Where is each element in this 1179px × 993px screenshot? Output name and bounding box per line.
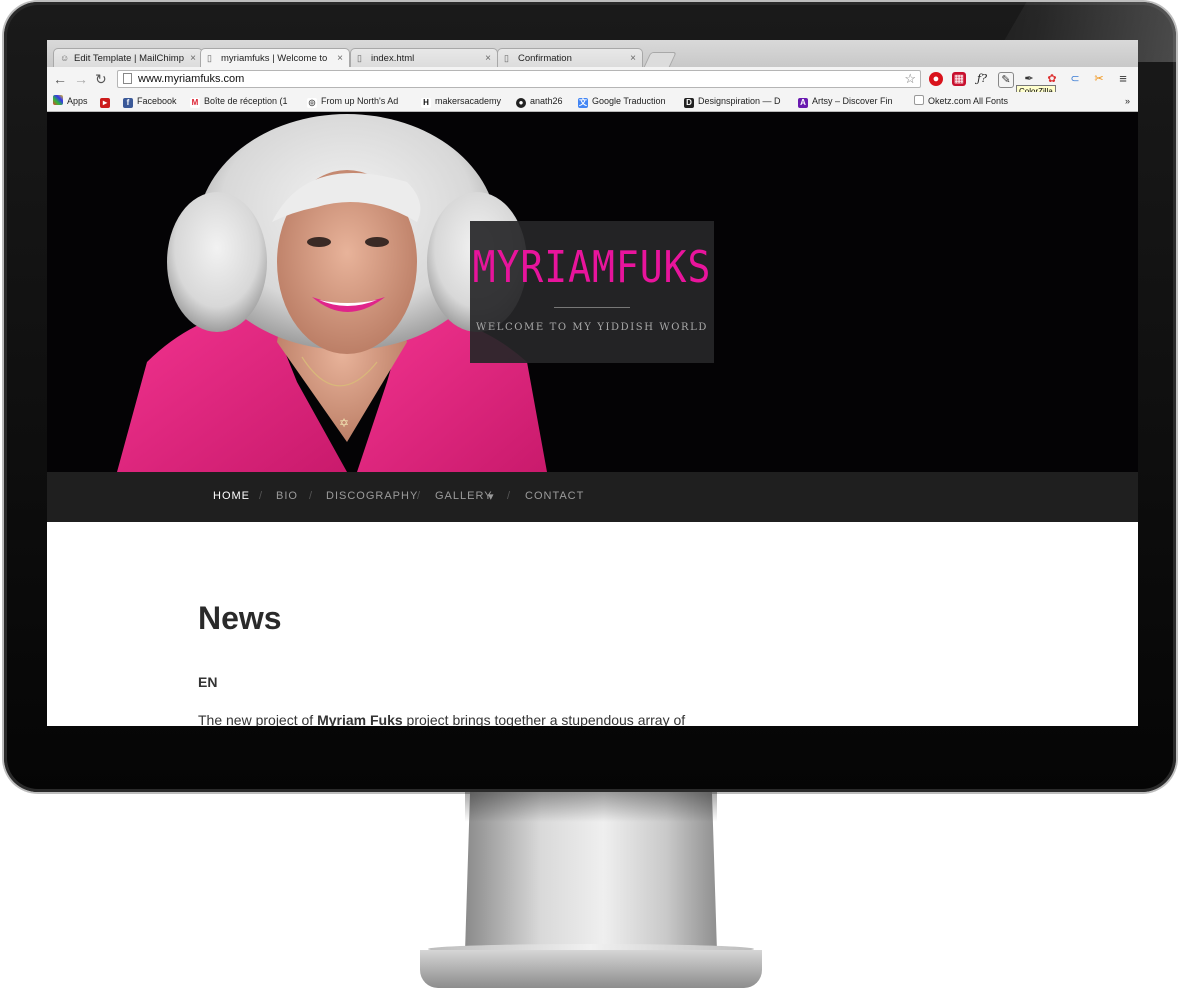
page-icon <box>123 73 132 84</box>
bookmark-makersacademy[interactable]: Hmakersacademy <box>421 95 501 108</box>
stand-shadow <box>465 792 717 822</box>
reload-icon[interactable]: ↻ <box>95 71 107 87</box>
chevron-down-icon[interactable]: ▾ <box>488 490 495 503</box>
nav-home[interactable]: HOME <box>213 490 250 502</box>
bookmark-star-icon[interactable]: ☆ <box>904 71 916 87</box>
nav-bio[interactable]: BIO <box>276 490 298 502</box>
close-icon[interactable]: × <box>337 49 343 67</box>
close-icon[interactable]: × <box>190 49 196 67</box>
bookmark-artsy[interactable]: A Artsy – Discover Fin <box>798 95 893 108</box>
bookmark-facebook[interactable]: f Facebook <box>123 95 177 108</box>
menu-icon[interactable]: ≡ <box>1116 72 1130 86</box>
main-nav: HOME / BIO / DISCOGRAPHY / GALLERY ▾ / C… <box>47 472 1138 522</box>
tab-index[interactable]: ▯ index.html × <box>350 48 498 67</box>
site-title[interactable]: MYRIAMFUKS <box>470 242 714 293</box>
compass-icon: ◎ <box>307 98 317 108</box>
close-icon[interactable]: × <box>485 49 491 67</box>
bookmark-label: makersacademy <box>435 96 502 106</box>
url-text: www.myriamfuks.com <box>138 73 245 85</box>
tab-strip: ☺ Edit Template | MailChimp × ▯ myriamfu… <box>47 40 1138 68</box>
gmail-icon: M <box>190 98 200 108</box>
nav-separator: / <box>259 490 263 502</box>
nav-gallery[interactable]: GALLERY <box>435 490 493 502</box>
bookmark-label: Designspiration — D <box>698 96 781 106</box>
tab-title: Edit Template | MailChimp <box>74 53 185 64</box>
bookmark-oketz[interactable]: Oketz.com All Fonts <box>914 95 1008 107</box>
tab-confirmation[interactable]: ▯ Confirmation × <box>497 48 643 67</box>
nav-discography[interactable]: DISCOGRAPHY <box>326 490 418 502</box>
bookmark-label: Apps <box>67 96 88 106</box>
tab-myriamfuks[interactable]: ▯ myriamfuks | Welcome to × <box>200 48 350 67</box>
paragraph-bold: Myriam Fuks <box>317 712 403 726</box>
artsy-icon: A <box>798 98 808 108</box>
bookmark-anath26[interactable]: ● anath26 <box>516 95 563 108</box>
svg-text:✡: ✡ <box>339 416 349 430</box>
bookmark-designspiration[interactable]: D Designspiration — D <box>684 95 781 108</box>
bookmark-youtube[interactable]: ▸ <box>100 95 114 108</box>
tab-title: myriamfuks | Welcome to <box>221 53 328 64</box>
bookmark-label: Oketz.com All Fonts <box>928 96 1009 106</box>
site-title-box: MYRIAMFUKS WELCOME TO MY YIDDISH WORLD <box>470 221 714 363</box>
close-icon[interactable]: × <box>630 49 636 67</box>
makers-icon: H <box>421 98 431 108</box>
hero-banner: ✡ MYRIAMFUKS WELCOME TO MY YIDDISH WORLD <box>47 112 1138 472</box>
bookmark-gmail[interactable]: M Boîte de réception (1 <box>190 95 288 108</box>
whatfont-icon[interactable]: ƒ? <box>975 72 989 86</box>
facebook-icon: f <box>123 98 133 108</box>
tab-title: Confirmation <box>518 53 572 64</box>
nav-contact[interactable]: CONTACT <box>525 490 584 502</box>
pen-icon[interactable]: ✒ <box>1022 72 1036 86</box>
bookmark-label: Artsy – Discover Fin <box>812 96 893 106</box>
language-label: EN <box>198 674 218 690</box>
translate-icon: 文 <box>578 98 588 108</box>
colorzilla-icon[interactable]: ✎ <box>998 72 1014 88</box>
bookmark-from-up-north[interactable]: ◎ From up North's Ad <box>307 95 398 108</box>
extension-blue-icon[interactable]: ⊂ <box>1068 72 1082 86</box>
screen: ☺ Edit Template | MailChimp × ▯ myriamfu… <box>47 40 1138 726</box>
extension-red-icon[interactable]: ▦ <box>952 72 966 86</box>
back-icon[interactable]: ← <box>53 71 67 87</box>
forward-icon[interactable]: → <box>74 71 88 87</box>
bookmark-label: Facebook <box>137 96 177 106</box>
nav-separator: / <box>417 490 421 502</box>
bookmarks-overflow[interactable]: » <box>1125 95 1130 107</box>
address-bar[interactable]: www.myriamfuks.com ☆ <box>117 70 921 88</box>
paragraph-text: project brings together a stupendous arr… <box>402 712 686 726</box>
page-icon: ▯ <box>207 53 212 63</box>
bookmark-label: From up North's Ad <box>321 96 399 106</box>
new-tab-button[interactable] <box>643 52 677 68</box>
title-divider <box>554 307 630 308</box>
main-content: News EN The new project of Myriam Fuks p… <box>47 522 1138 726</box>
bookmarks-bar: Apps ▸ f Facebook M Boîte de réception (1 … <box>47 92 1138 112</box>
youtube-icon: ▸ <box>100 98 110 108</box>
site-tagline: WELCOME TO MY YIDDISH WORLD <box>475 322 708 333</box>
nav-separator: / <box>507 490 511 502</box>
adblock-icon[interactable]: ● <box>929 72 943 86</box>
nav-separator: / <box>309 490 313 502</box>
bookmark-google-traduction[interactable]: 文 Google Traduction <box>578 95 666 108</box>
bookmark-label: Boîte de réception (1 <box>204 96 288 106</box>
page-icon: ▯ <box>357 53 362 63</box>
designspiration-icon: D <box>684 98 694 108</box>
news-paragraph: The new project of Myriam Fuks project b… <box>198 712 685 726</box>
tab-title: index.html <box>371 53 415 64</box>
tab-mailchimp[interactable]: ☺ Edit Template | MailChimp × <box>53 48 203 67</box>
bookmark-apps[interactable]: Apps <box>53 95 88 107</box>
scissors-icon[interactable]: ✂ <box>1092 72 1106 86</box>
bookmark-label: Google Traduction <box>592 96 666 106</box>
page-title: News <box>198 600 282 636</box>
color-wheel-icon[interactable]: ✿ <box>1045 72 1059 86</box>
apps-icon <box>53 95 63 105</box>
monitor-base <box>420 950 762 988</box>
paragraph-text: The new project of <box>198 712 318 726</box>
github-icon: ● <box>516 98 526 108</box>
mailchimp-icon: ☺ <box>60 53 70 63</box>
browser-toolbar: ← → ↻ www.myriamfuks.com ☆ ● ▦ ƒ? ✎ ✒ ✿ … <box>47 67 1138 92</box>
page-icon <box>914 95 924 105</box>
bookmark-label: anath26 <box>530 96 563 106</box>
page-icon: ▯ <box>504 53 509 63</box>
